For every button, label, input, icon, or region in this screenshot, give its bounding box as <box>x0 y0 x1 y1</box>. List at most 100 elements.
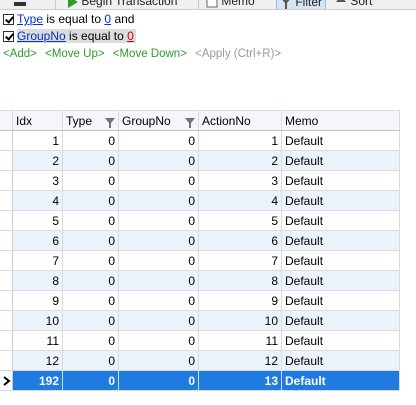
cell-type[interactable]: 0 <box>62 190 119 211</box>
cell-type[interactable]: 0 <box>62 350 119 371</box>
filter-button[interactable]: Filter <box>276 0 327 9</box>
cell-type[interactable]: 0 <box>62 270 119 291</box>
cell-groupno[interactable]: 0 <box>118 210 199 231</box>
column-header-idx[interactable]: Idx <box>12 110 63 131</box>
filter-field-groupno[interactable]: GroupNo <box>17 29 66 43</box>
filter-value-type[interactable]: 0 <box>104 12 111 26</box>
table-row[interactable]: 10 0 0 10 Default <box>0 310 400 331</box>
table-row[interactable]: 192 0 0 13 Default <box>0 370 400 391</box>
cell-idx[interactable]: 2 <box>12 150 63 171</box>
cell-actionno[interactable]: 11 <box>198 330 282 351</box>
cell-idx[interactable]: 192 <box>12 370 63 391</box>
row-indicator[interactable] <box>0 250 13 271</box>
filter-row-type-checkbox[interactable] <box>3 14 14 25</box>
cell-memo[interactable]: Default <box>281 130 400 151</box>
cell-actionno[interactable]: 10 <box>198 310 282 331</box>
cell-idx[interactable]: 6 <box>12 230 63 251</box>
table-row[interactable]: 8 0 0 8 Default <box>0 270 400 291</box>
filter-value-groupno[interactable]: 0 <box>127 29 134 43</box>
row-indicator[interactable] <box>0 190 13 211</box>
cell-type[interactable]: 0 <box>62 250 119 271</box>
cell-actionno[interactable]: 8 <box>198 270 282 291</box>
cell-groupno[interactable]: 0 <box>118 130 199 151</box>
cell-actionno[interactable]: 13 <box>198 370 282 391</box>
cell-idx[interactable]: 3 <box>12 170 63 191</box>
filter-row-groupno-checkbox[interactable] <box>3 31 14 42</box>
cell-groupno[interactable]: 0 <box>118 170 199 191</box>
row-indicator[interactable] <box>0 370 13 391</box>
sort-button[interactable]: Sort <box>335 0 372 8</box>
cell-idx[interactable]: 4 <box>12 190 63 211</box>
cell-memo[interactable]: Default <box>281 230 400 251</box>
cell-idx[interactable]: 9 <box>12 290 63 311</box>
table-row[interactable]: 11 0 0 11 Default <box>0 330 400 351</box>
cell-groupno[interactable]: 0 <box>118 190 199 211</box>
filter-operator[interactable]: is equal to <box>46 12 101 26</box>
cell-idx[interactable]: 1 <box>12 130 63 151</box>
table-row[interactable]: 3 0 0 3 Default <box>0 170 400 191</box>
table-row[interactable]: 2 0 0 2 Default <box>0 150 400 171</box>
cell-actionno[interactable]: 9 <box>198 290 282 311</box>
cell-memo[interactable]: Default <box>281 310 400 331</box>
begin-transaction-button[interactable]: Begin Transaction <box>66 0 177 8</box>
cell-type[interactable]: 0 <box>62 290 119 311</box>
table-row[interactable]: 1 0 0 1 Default <box>0 130 400 151</box>
cell-type[interactable]: 0 <box>62 170 119 191</box>
table-row[interactable]: 12 0 0 12 Default <box>0 350 400 371</box>
cell-actionno[interactable]: 1 <box>198 130 282 151</box>
cell-memo[interactable]: Default <box>281 270 400 291</box>
cell-memo[interactable]: Default <box>281 170 400 191</box>
row-indicator[interactable] <box>0 270 13 291</box>
cell-type[interactable]: 0 <box>62 210 119 231</box>
cell-groupno[interactable]: 0 <box>118 150 199 171</box>
add-filter-link[interactable]: <Add> <box>3 48 37 60</box>
filter-operator[interactable]: is equal to <box>69 29 124 43</box>
row-indicator[interactable] <box>0 350 13 371</box>
cell-actionno[interactable]: 7 <box>198 250 282 271</box>
row-indicator[interactable] <box>0 310 13 331</box>
cell-type[interactable]: 0 <box>62 150 119 171</box>
cell-memo[interactable]: Default <box>281 350 400 371</box>
cell-memo[interactable]: Default <box>281 370 400 391</box>
cell-idx[interactable]: 11 <box>12 330 63 351</box>
filter-icon[interactable] <box>105 117 115 128</box>
row-indicator[interactable] <box>0 150 13 171</box>
cell-actionno[interactable]: 6 <box>198 230 282 251</box>
cell-groupno[interactable]: 0 <box>118 270 199 291</box>
cell-memo[interactable]: Default <box>281 290 400 311</box>
cell-type[interactable]: 0 <box>62 370 119 391</box>
cell-memo[interactable]: Default <box>281 250 400 271</box>
cell-memo[interactable]: Default <box>281 150 400 171</box>
column-header-groupno[interactable]: GroupNo <box>118 110 199 131</box>
move-down-link[interactable]: <Move Down> <box>113 48 187 60</box>
cell-idx[interactable]: 8 <box>12 270 63 291</box>
cell-groupno[interactable]: 0 <box>118 370 199 391</box>
table-row[interactable]: 9 0 0 9 Default <box>0 290 400 311</box>
table-row[interactable]: 6 0 0 6 Default <box>0 230 400 251</box>
cell-idx[interactable]: 12 <box>12 350 63 371</box>
move-up-link[interactable]: <Move Up> <box>45 48 104 60</box>
cell-idx[interactable]: 5 <box>12 210 63 231</box>
cell-groupno[interactable]: 0 <box>118 350 199 371</box>
row-indicator[interactable] <box>0 130 13 151</box>
table-row[interactable]: 5 0 0 5 Default <box>0 210 400 231</box>
cell-type[interactable]: 0 <box>62 130 119 151</box>
column-header-type[interactable]: Type <box>62 110 119 131</box>
row-indicator[interactable] <box>0 170 13 191</box>
table-row[interactable]: 7 0 0 7 Default <box>0 250 400 271</box>
row-indicator[interactable] <box>0 330 13 351</box>
cell-type[interactable]: 0 <box>62 310 119 331</box>
cell-groupno[interactable]: 0 <box>118 330 199 351</box>
cell-actionno[interactable]: 12 <box>198 350 282 371</box>
cell-type[interactable]: 0 <box>62 230 119 251</box>
cell-idx[interactable]: 7 <box>12 250 63 271</box>
row-indicator[interactable] <box>0 230 13 251</box>
cell-actionno[interactable]: 4 <box>198 190 282 211</box>
cell-memo[interactable]: Default <box>281 330 400 351</box>
filter-field-type[interactable]: Type <box>17 12 43 26</box>
filter-conjunction[interactable]: and <box>114 12 134 26</box>
row-indicator[interactable] <box>0 290 13 311</box>
menu-button[interactable] <box>14 0 26 8</box>
filter-icon[interactable] <box>185 117 195 128</box>
memo-button[interactable]: Memo <box>206 0 255 8</box>
